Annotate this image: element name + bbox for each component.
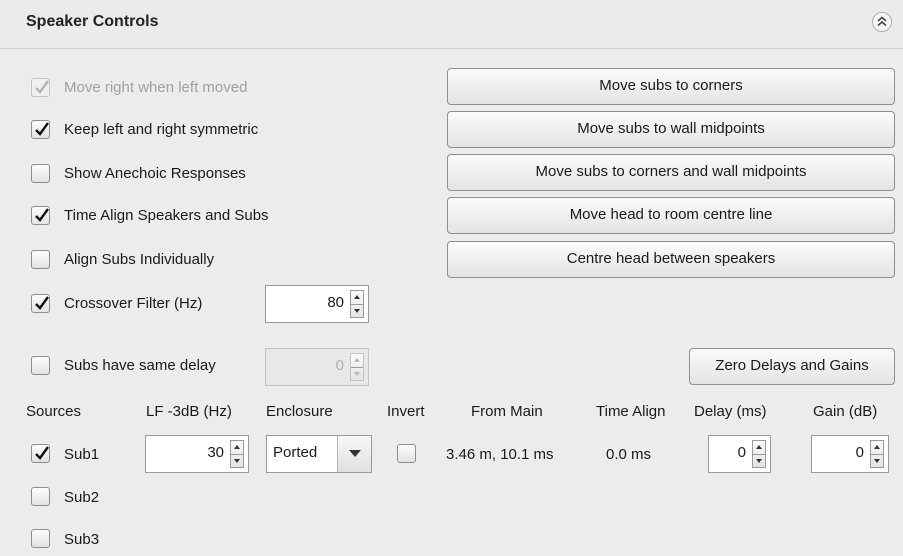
move-right-label: Move right when left moved [64,79,248,96]
checkmark-icon [35,296,49,310]
col-invert: Invert [387,403,425,420]
sub1-time-align: 0.0 ms [606,446,652,463]
move-subs-corners-button[interactable]: Move subs to corners [447,68,895,105]
spin-up-icon [756,445,762,449]
same-delay-value: 0 [335,357,344,374]
checkmark-icon [35,446,49,460]
time-align-checkbox[interactable] [31,206,50,225]
checkmark-icon [35,208,49,222]
col-from-main: From Main [471,403,543,420]
col-lf: LF -3dB (Hz) [146,403,232,420]
sub1-from-main: 3.46 m, 10.1 ms [446,446,554,463]
spin-down-icon [234,459,240,463]
col-gain: Gain (dB) [813,403,878,420]
time-align-label: Time Align Speakers and Subs [64,207,269,224]
keep-symmetric-label: Keep left and right symmetric [64,121,259,138]
crossover-value: 80 [327,294,344,311]
col-enclosure: Enclosure [266,403,333,420]
sub1-lf-value: 30 [207,444,224,461]
collapse-button[interactable] [872,12,892,32]
spin-arrows[interactable] [870,440,884,468]
sub1-delay-spinbox[interactable]: 0 [708,435,771,473]
show-anechoic-label: Show Anechoic Responses [64,165,246,182]
same-delay-spinbox[interactable]: 0 [265,348,369,386]
spin-down-icon [874,459,880,463]
sub1-label: Sub1 [64,446,100,463]
panel-header: Speaker Controls [0,0,903,49]
checkmark-icon [35,80,49,94]
same-delay-label: Subs have same delay [64,357,216,374]
col-delay: Delay (ms) [694,403,767,420]
spin-down-icon [354,309,360,313]
spin-arrows[interactable] [350,353,364,381]
spin-up-icon [234,445,240,449]
move-subs-corners-midpoints-button[interactable]: Move subs to corners and wall midpoints [447,154,895,191]
sub1-enclosure-value: Ported [273,444,318,461]
move-subs-midpoints-button[interactable]: Move subs to wall midpoints [447,111,895,148]
checkmark-icon [35,122,49,136]
sub1-invert-checkbox[interactable] [397,444,416,463]
spin-up-icon [354,295,360,299]
sub1-enclosure-select[interactable]: Ported [266,435,372,473]
spin-arrows[interactable] [752,440,766,468]
spin-down-icon [756,459,762,463]
sub3-label: Sub3 [64,531,100,548]
sub1-lf-spinbox[interactable]: 30 [145,435,249,473]
double-chevron-up-icon [877,16,887,27]
col-time-align: Time Align [596,403,666,420]
sub1-delay-value: 0 [737,444,746,461]
col-sources: Sources [26,403,82,420]
same-delay-checkbox[interactable] [31,356,50,375]
sub2-checkbox[interactable] [31,487,50,506]
sub1-checkbox[interactable] [31,444,50,463]
move-head-centre-line-button[interactable]: Move head to room centre line [447,197,895,234]
crossover-label: Crossover Filter (Hz) [64,295,203,312]
align-subs-checkbox[interactable] [31,250,50,269]
spin-arrows[interactable] [350,290,364,318]
panel-title: Speaker Controls [26,13,159,30]
keep-symmetric-checkbox[interactable] [31,120,50,139]
sub3-checkbox[interactable] [31,529,50,548]
crossover-spinbox[interactable]: 80 [265,285,369,323]
spin-arrows[interactable] [230,440,244,468]
move-right-checkbox[interactable] [31,78,50,97]
spin-up-icon [354,358,360,362]
sub1-gain-value: 0 [855,444,864,461]
show-anechoic-checkbox[interactable] [31,164,50,183]
zero-delays-gains-button[interactable]: Zero Delays and Gains [689,348,895,385]
crossover-checkbox[interactable] [31,294,50,313]
spin-up-icon [874,445,880,449]
sub1-gain-spinbox[interactable]: 0 [811,435,889,473]
centre-head-button[interactable]: Centre head between speakers [447,241,895,278]
spin-down-icon [354,372,360,376]
dropdown-arrow-icon[interactable] [337,436,371,472]
sub2-label: Sub2 [64,489,100,506]
align-subs-label: Align Subs Individually [64,251,215,268]
